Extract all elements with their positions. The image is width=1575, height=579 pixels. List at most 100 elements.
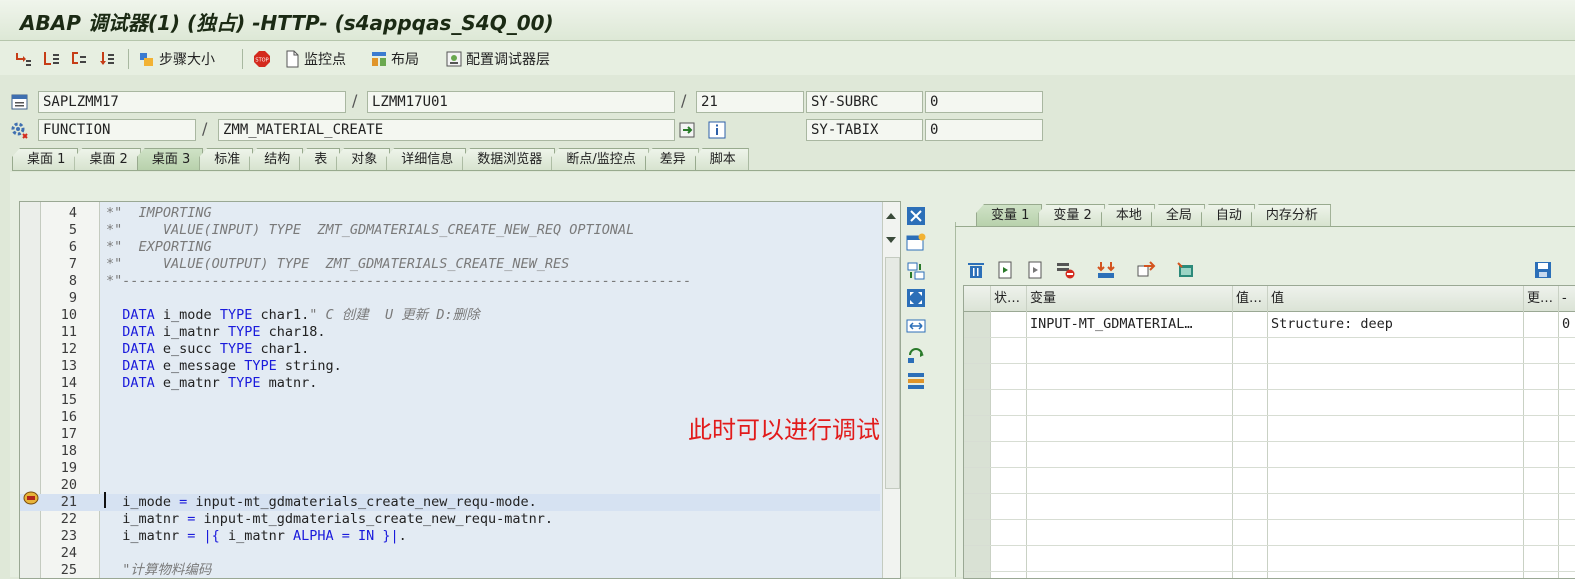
close-icon[interactable] — [905, 205, 927, 227]
row-selector[interactable] — [964, 364, 990, 390]
scroll-up-icon[interactable] — [886, 212, 896, 220]
tab-0[interactable]: 桌面 1 — [12, 148, 79, 170]
return-button[interactable] — [70, 48, 88, 70]
sysfield-name[interactable]: SY-SUBRC — [806, 91, 923, 113]
row-selector[interactable] — [964, 416, 990, 442]
code-line[interactable]: 18 — [20, 443, 880, 460]
var-tab-3[interactable]: 全局 — [1150, 204, 1205, 226]
step-size-button[interactable]: 步骤大小 — [138, 48, 215, 70]
stop-button[interactable]: STOP — [253, 48, 271, 70]
var-tab-5[interactable]: 内存分析 — [1250, 204, 1331, 226]
tab-1[interactable]: 桌面 2 — [74, 148, 141, 170]
scroll-thumb[interactable] — [885, 257, 900, 489]
event-name-field[interactable]: ZMM_MATERIAL_CREATE — [218, 119, 675, 141]
code-line[interactable]: 9 — [20, 290, 880, 307]
code-line[interactable]: 21 i_mode = input-mt_gdmaterials_create_… — [20, 494, 880, 511]
source-code-editor[interactable]: 4 *" IMPORTING 5 *" VALUE(INPUT) TYPE ZMT_G… — [19, 201, 901, 579]
single-step-button[interactable] — [14, 48, 32, 70]
sort-icon[interactable] — [1096, 260, 1116, 280]
program-field[interactable]: SAPLZMM17 — [38, 91, 346, 113]
table-row[interactable]: INPUT-MT_GDMATERIAL… Structure: deep 0 — [964, 312, 1575, 338]
new-tool-icon[interactable] — [905, 232, 927, 254]
line-number-field[interactable]: 21 — [696, 91, 804, 113]
event-type-field[interactable]: FUNCTION — [38, 119, 196, 141]
code-line[interactable]: 24 — [20, 545, 880, 562]
code-text: i_mode = input-mt_gdmaterials_create_new… — [106, 494, 537, 510]
variable-name[interactable]: INPUT-MT_GDMATERIAL… — [1030, 312, 1230, 337]
delete-icon[interactable] — [966, 260, 986, 280]
tab-4[interactable]: 结构 — [249, 148, 304, 170]
editor-scrollbar[interactable] — [882, 202, 900, 578]
copy-variable-icon[interactable] — [1026, 260, 1046, 280]
row-selector[interactable] — [964, 520, 990, 546]
code-line[interactable]: 4 *" IMPORTING — [20, 205, 880, 222]
execute-button[interactable] — [42, 48, 60, 70]
remove-row-icon[interactable] — [1055, 260, 1075, 280]
column-header-extra[interactable]: - — [1560, 286, 1575, 311]
tab-7[interactable]: 详细信息 — [386, 148, 467, 170]
sysfield-value[interactable]: 0 — [925, 119, 1043, 141]
var-tab-2[interactable]: 本地 — [1100, 204, 1155, 226]
maximize-icon[interactable] — [905, 287, 927, 309]
code-line[interactable]: 7 *" VALUE(OUTPUT) TYPE ZMT_GDMATERIALS_C… — [20, 256, 880, 273]
continue-button[interactable] — [98, 48, 116, 70]
row-selector[interactable] — [964, 572, 990, 578]
column-header-variable[interactable]: 变量 — [1028, 286, 1230, 311]
tab-10[interactable]: 差异 — [644, 148, 699, 170]
variable-value[interactable]: Structure: deep — [1271, 312, 1521, 337]
code-line[interactable]: 11 DATA i_matnr TYPE char18. — [20, 324, 880, 341]
insert-variable-icon[interactable] — [996, 260, 1016, 280]
code-line[interactable]: 14 DATA e_matnr TYPE matnr. — [20, 375, 880, 392]
code-line[interactable]: 5 *" VALUE(INPUT) TYPE ZMT_GDMATERIALS_CR… — [20, 222, 880, 239]
save-icon[interactable] — [1533, 260, 1553, 280]
tab-11[interactable]: 脚本 — [694, 148, 749, 170]
code-line[interactable]: 19 — [20, 460, 880, 477]
swap-icon[interactable] — [905, 315, 927, 337]
grid-row-line — [964, 363, 1575, 364]
open-dialog-icon[interactable] — [1176, 260, 1196, 280]
var-tab-1[interactable]: 变量 2 — [1038, 204, 1105, 226]
tab-6[interactable]: 对象 — [336, 148, 391, 170]
row-selector[interactable] — [964, 546, 990, 572]
code-line[interactable]: 13 DATA e_message TYPE string. — [20, 358, 880, 375]
watchpoint-button[interactable]: 监控点 — [283, 48, 346, 70]
column-header-changed[interactable]: 更… — [1525, 286, 1559, 311]
sysfield-value[interactable]: 0 — [925, 91, 1043, 113]
services-icon[interactable] — [905, 370, 927, 392]
row-selector[interactable] — [964, 390, 990, 416]
tab-8[interactable]: 数据浏览器 — [462, 148, 556, 170]
refresh-icon[interactable] — [905, 343, 927, 365]
variables-grid[interactable]: 状… 变量 值… 值 更… - INPUT-MT_GDMATERIAL… Str… — [963, 285, 1575, 579]
code-line[interactable]: 10 DATA i_mode TYPE char1." C 创建 U 更新 D:… — [20, 307, 880, 324]
replace-tool-icon[interactable] — [905, 260, 927, 282]
layout-button[interactable]: 布局 — [370, 48, 419, 70]
column-header-value-info[interactable]: 值… — [1234, 286, 1270, 311]
navigate-icon[interactable] — [678, 120, 698, 140]
include-field[interactable]: LZMM17U01 — [367, 91, 675, 113]
row-selector[interactable] — [964, 338, 990, 364]
code-line[interactable]: 23 i_matnr = |{ i_matnr ALPHA = IN }|. — [20, 528, 880, 545]
tab-3[interactable]: 标准 — [199, 148, 254, 170]
scroll-down-icon[interactable] — [886, 236, 896, 244]
code-line[interactable]: 12 DATA e_succ TYPE char1. — [20, 341, 880, 358]
row-selector[interactable] — [964, 468, 990, 494]
code-line[interactable]: 8 *"-------------------------------------… — [20, 273, 880, 290]
var-tab-4[interactable]: 自动 — [1200, 204, 1255, 226]
row-selector[interactable] — [964, 442, 990, 468]
transfer-icon[interactable] — [1136, 260, 1156, 280]
tab-9[interactable]: 断点/监控点 — [551, 148, 649, 170]
tab-2[interactable]: 桌面 3 — [136, 148, 204, 170]
tab-5[interactable]: 表 — [299, 148, 341, 170]
configure-layers-button[interactable]: 配置调试器层 — [445, 48, 550, 70]
info-icon[interactable] — [707, 120, 727, 140]
code-line[interactable]: 22 i_matnr = input-mt_gdmaterials_create… — [20, 511, 880, 528]
sysfield-name[interactable]: SY-TABIX — [806, 119, 923, 141]
row-selector[interactable] — [964, 494, 990, 520]
code-line[interactable]: 15 — [20, 392, 880, 409]
code-line[interactable]: 6 *" EXPORTING — [20, 239, 880, 256]
column-header-value[interactable]: 值 — [1269, 286, 1521, 311]
code-line[interactable]: 25 "计算物料编码 — [20, 562, 880, 578]
var-tab-0[interactable]: 变量 1 — [976, 204, 1043, 226]
code-line[interactable]: 20 — [20, 477, 880, 494]
column-header-status[interactable]: 状… — [992, 286, 1028, 311]
